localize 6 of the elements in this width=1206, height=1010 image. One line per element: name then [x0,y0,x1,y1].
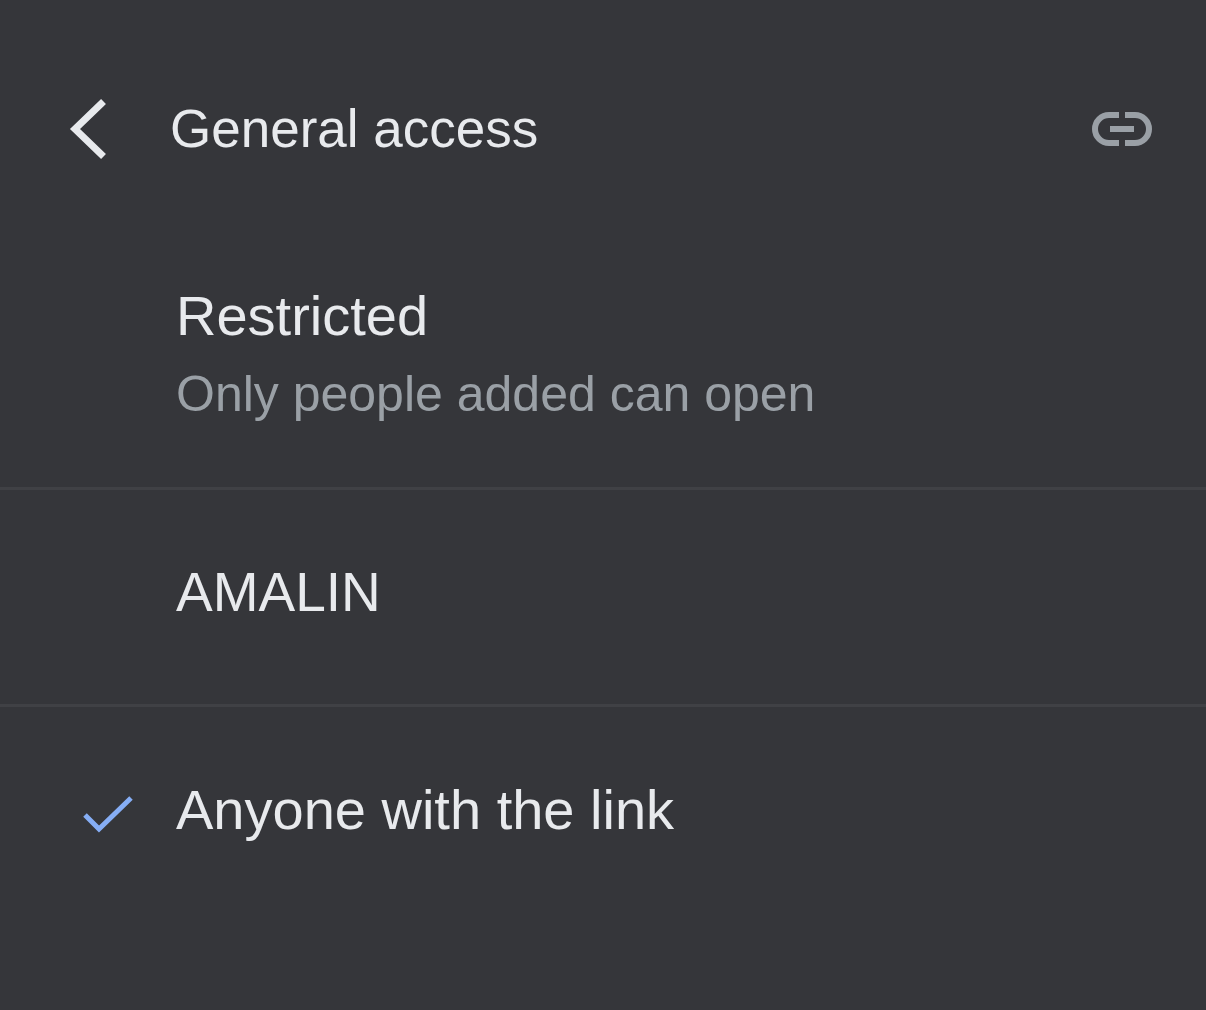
link-icon[interactable] [1092,112,1152,146]
page-title: General access [170,98,539,160]
option-title[interactable]: AMALIN [176,559,381,625]
option-title[interactable]: Anyone with the link [176,776,675,843]
option-description: Only people added can open [176,365,816,424]
option-title[interactable]: Restricted [176,282,429,349]
